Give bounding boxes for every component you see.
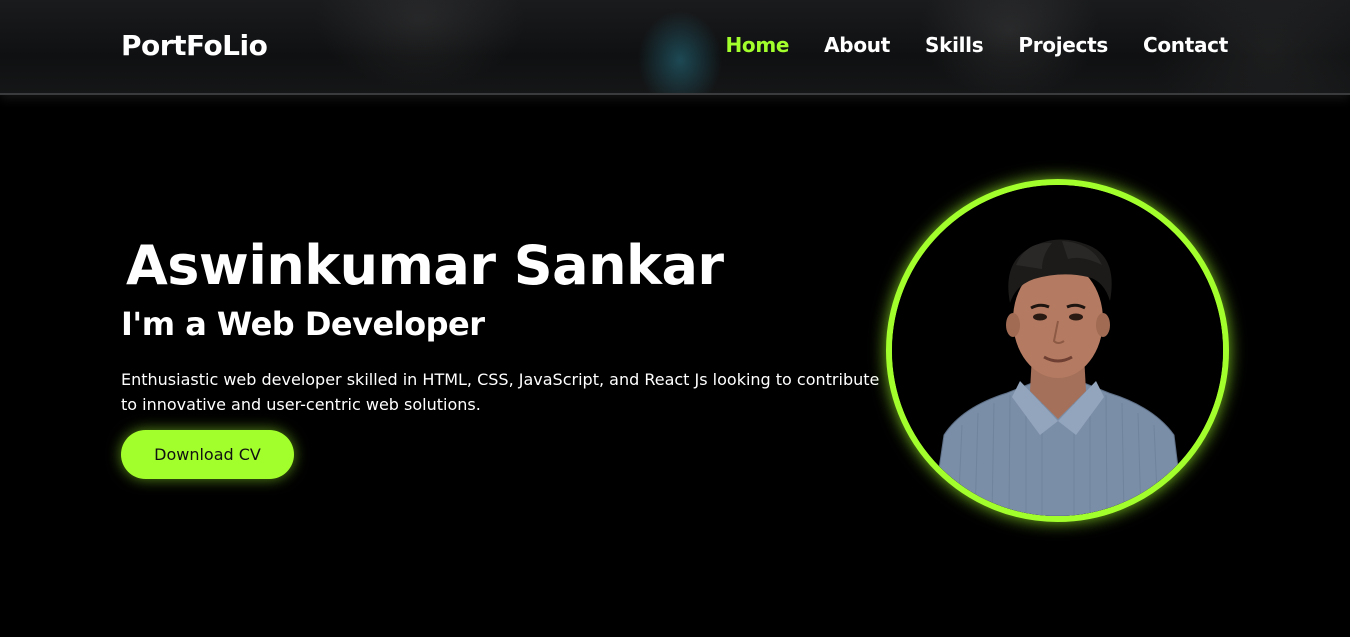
site-logo[interactable]: PortFoLio [121, 29, 268, 62]
main-nav: Home About Skills Projects Contact [725, 33, 1228, 57]
site-header: PortFoLio Home About Skills Projects Con… [0, 0, 1350, 95]
profile-photo [886, 179, 1229, 522]
profile-photo-portrait [892, 185, 1223, 516]
nav-projects-link[interactable]: Projects [1018, 33, 1108, 57]
nav-skills-link[interactable]: Skills [925, 33, 984, 57]
nav-contact-link[interactable]: Contact [1143, 33, 1228, 57]
nav-about-link[interactable]: About [824, 33, 890, 57]
hero-description: Enthusiastic web developer skilled in HT… [121, 370, 880, 414]
nav-home-link[interactable]: Home [725, 33, 789, 57]
hero-name: Aswinkumar Sankar [126, 234, 724, 297]
hero-role: I'm a Web Developer [121, 305, 485, 343]
download-cv-button[interactable]: Download CV [121, 430, 294, 479]
